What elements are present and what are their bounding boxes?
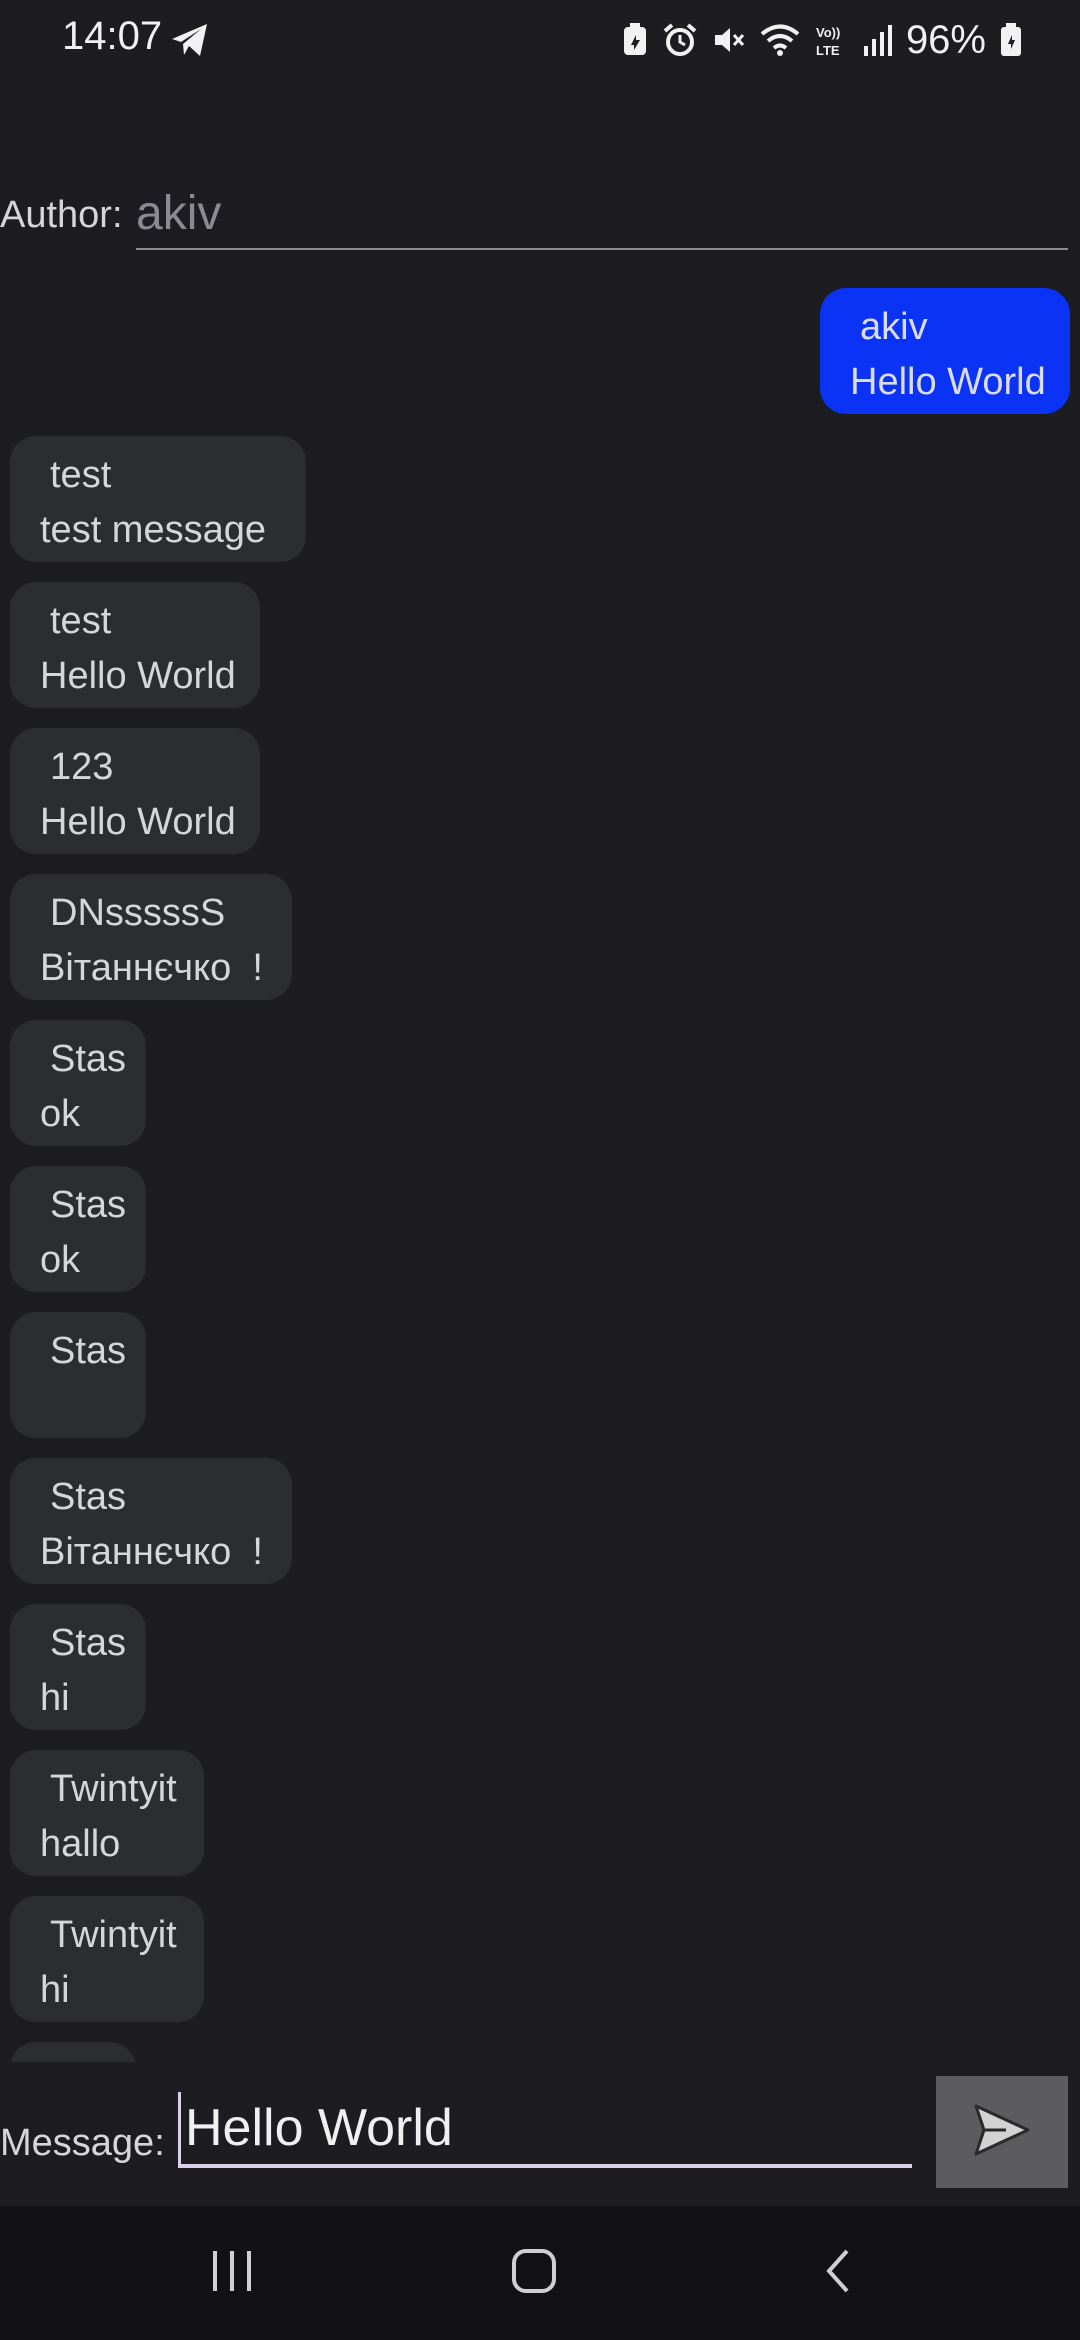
back-button[interactable]	[788, 2236, 888, 2310]
message-text: hi	[40, 1969, 70, 2011]
send-button[interactable]	[936, 2076, 1068, 2188]
navigation-bar	[0, 2206, 1080, 2340]
message-text: ok	[40, 1239, 81, 1281]
message-bubble: Twintyit hi	[10, 1896, 204, 2022]
message-bubble: test Hello World	[10, 582, 260, 708]
message-author: akiv	[860, 306, 928, 348]
message-author: Stas	[50, 1038, 127, 1080]
alarm-icon	[662, 22, 698, 58]
message-author: DNsssssS	[50, 892, 226, 934]
message-text: Hello World	[40, 655, 236, 697]
wifi-icon	[760, 23, 800, 57]
message-text: test message	[40, 509, 266, 551]
status-icons: Vo)) LTE 96%	[622, 14, 1022, 66]
message-text: Hello World	[850, 361, 1046, 403]
message-bubble: Stas hi	[10, 1604, 146, 1730]
battery-saver-icon	[622, 23, 648, 57]
message-author: 123	[50, 746, 114, 788]
message-bubble: Twintyit hallo	[10, 1750, 204, 1876]
message-author: Twintyit	[50, 1914, 177, 1956]
battery-icon	[1000, 23, 1022, 57]
battery-percent: 96%	[905, 17, 986, 62]
message-author: Stas	[50, 1330, 127, 1372]
message-author: Stas	[50, 1476, 127, 1518]
message-text: hallo	[40, 1823, 121, 1865]
author-input[interactable]	[136, 178, 1068, 250]
back-icon	[823, 2247, 853, 2300]
message-author: Twintyit	[50, 1768, 177, 1810]
message-bubble: 123	[10, 2042, 136, 2062]
message-text: Вітаннєчко !	[40, 947, 263, 989]
message-input[interactable]	[178, 2092, 912, 2168]
home-button[interactable]	[484, 2236, 584, 2310]
message-bubble-own: akiv Hello World	[820, 288, 1070, 414]
status-time: 14:07	[62, 14, 163, 58]
message-author: Stas	[50, 1622, 127, 1664]
message-author: 123	[50, 2056, 113, 2062]
svg-text:Vo)): Vo))	[816, 25, 840, 40]
message-bubble: Stas	[10, 1312, 146, 1438]
svg-text:LTE: LTE	[816, 43, 840, 58]
message-bubble: 123 Hello World	[10, 728, 260, 854]
recent-apps-icon	[209, 2249, 255, 2298]
message-bubble: test test message	[10, 436, 306, 562]
signal-icon	[862, 24, 892, 56]
message-input-row: Message:	[0, 2076, 1080, 2206]
home-icon	[510, 2247, 558, 2300]
message-author: Stas	[50, 1184, 127, 1226]
recent-apps-button[interactable]	[182, 2236, 282, 2310]
message-text: ok	[40, 1093, 81, 1135]
message-bubble: DNsssssS Вітаннєчко !	[10, 874, 292, 1000]
message-text: Hello World	[40, 801, 236, 843]
message-author: test	[50, 600, 112, 642]
message-text	[40, 1376, 116, 1436]
mute-icon	[712, 23, 746, 57]
volte-icon: Vo)) LTE	[814, 22, 848, 58]
message-text: hi	[40, 1677, 70, 1719]
message-bubble: Stas ok	[10, 1020, 146, 1146]
message-bubble: Stas ok	[10, 1166, 146, 1292]
message-bubble: Stas Вітаннєчко !	[10, 1458, 292, 1584]
author-row: Author:	[0, 178, 1080, 254]
message-list[interactable]: akiv Hello World test test message test …	[0, 286, 1080, 2062]
message-text: Вітаннєчко !	[40, 1531, 263, 1573]
send-icon	[972, 2102, 1032, 2163]
status-bar: 14:07 Vo)) LTE 96%	[0, 0, 1080, 84]
message-label: Message:	[0, 2122, 165, 2164]
author-label: Author:	[0, 194, 123, 236]
message-author: test	[50, 454, 112, 496]
telegram-icon	[170, 22, 210, 58]
